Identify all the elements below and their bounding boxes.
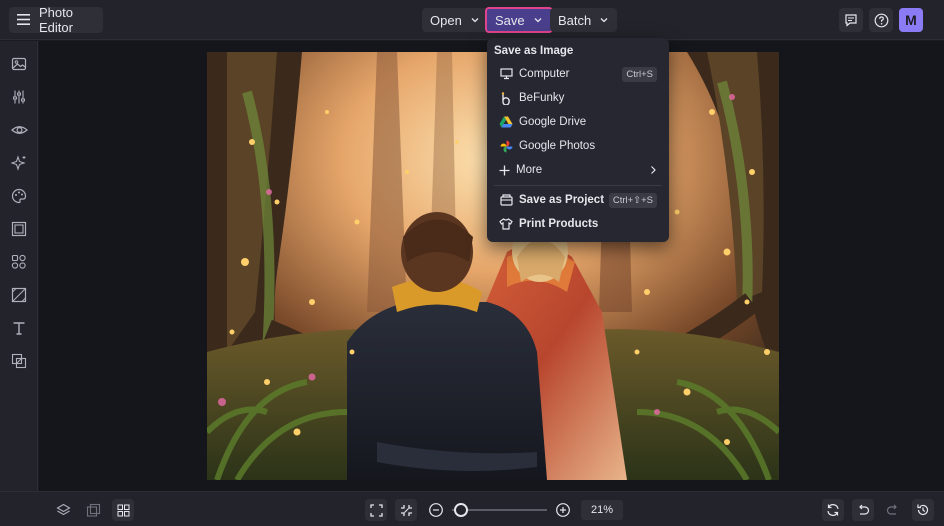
frame-icon[interactable] (10, 220, 28, 238)
save-menu-button[interactable]: Save (485, 7, 553, 33)
eye-icon[interactable] (10, 121, 28, 139)
save-as-image-heading: Save as Image (494, 45, 574, 57)
app-title: Photo Editor (39, 5, 73, 35)
computer-label: Computer (519, 68, 570, 80)
google-drive-icon (499, 115, 513, 129)
fit-screen-button[interactable] (365, 499, 387, 521)
batch-menu-button[interactable]: Batch (550, 8, 618, 32)
save-befunky-item[interactable]: BeFunky (487, 87, 669, 109)
save-as-project-label: Save as Project (519, 194, 605, 206)
print-products-item[interactable]: Print Products (487, 213, 669, 235)
text-icon[interactable] (10, 319, 28, 337)
open-menu-button[interactable]: Open (422, 8, 488, 32)
grid-view-button[interactable] (112, 499, 134, 521)
comment-icon (845, 14, 857, 27)
adjust-sliders-icon[interactable] (10, 88, 28, 106)
chevron-right-icon (651, 166, 656, 174)
history-icon (917, 504, 929, 516)
refresh-button[interactable] (822, 499, 844, 521)
shortcut-label: Ctrl+S (622, 66, 657, 82)
zoom-slider[interactable] (452, 503, 547, 517)
actual-size-button[interactable] (395, 499, 417, 521)
compare-icon (86, 503, 100, 517)
print-products-label: Print Products (519, 218, 599, 230)
app-menu-button[interactable]: Photo Editor (9, 5, 103, 35)
help-button[interactable] (869, 8, 893, 32)
tshirt-icon (499, 217, 513, 231)
image-icon[interactable] (10, 55, 28, 73)
zoom-level[interactable]: 21% (581, 500, 623, 520)
effects-sparkle-icon[interactable] (10, 154, 28, 172)
zoom-in-button[interactable] (555, 502, 571, 518)
save-google-drive-item[interactable]: Google Drive (487, 111, 669, 133)
plus-icon (497, 163, 511, 177)
save-label: Save (495, 12, 525, 28)
plus-circle-icon (556, 503, 570, 517)
tool-sidebar (0, 41, 38, 491)
top-bar: Photo Editor Open Save Batch M (0, 0, 944, 40)
project-icon (499, 193, 513, 207)
chevron-down-icon (534, 18, 542, 23)
undo-icon (859, 504, 870, 515)
batch-label: Batch (558, 12, 592, 28)
layers-button[interactable] (52, 499, 74, 521)
grid-icon (117, 504, 129, 516)
palette-icon[interactable] (10, 187, 28, 205)
save-computer-item[interactable]: Computer Ctrl+S (487, 63, 669, 85)
save-as-project-item[interactable]: Save as Project Ctrl+⇧+S (487, 189, 669, 211)
texture-icon[interactable] (10, 286, 28, 304)
befunky-icon (499, 91, 513, 105)
zoom-slider-handle[interactable] (454, 503, 468, 517)
feedback-button[interactable] (839, 8, 863, 32)
shortcut-label: Ctrl+⇧+S (608, 192, 657, 208)
open-label: Open (430, 12, 462, 28)
more-label: More (516, 164, 543, 176)
layers-icon (55, 503, 71, 515)
chevron-down-icon (600, 18, 608, 23)
save-dropdown-menu: Save as Image Computer Ctrl+S BeFunky Go… (487, 38, 669, 242)
google-photos-icon (499, 139, 513, 153)
redo-button[interactable] (882, 499, 904, 521)
history-button[interactable] (912, 499, 934, 521)
user-avatar[interactable]: M (899, 8, 923, 32)
befunky-label: BeFunky (519, 92, 565, 104)
undo-button[interactable] (852, 499, 874, 521)
minus-circle-icon (429, 503, 443, 517)
zoom-out-button[interactable] (428, 502, 444, 518)
graphics-icon[interactable] (10, 253, 28, 271)
monitor-icon (499, 67, 513, 81)
chevron-down-icon (471, 18, 479, 23)
expand-icon (369, 503, 383, 517)
save-google-photos-item[interactable]: Google Photos (487, 135, 669, 157)
help-icon (874, 13, 888, 27)
refresh-icon (827, 504, 839, 516)
collapse-icon (400, 504, 412, 516)
save-more-item[interactable]: More (487, 159, 669, 181)
bottom-bar: 21% (0, 491, 944, 526)
compare-button[interactable] (82, 499, 104, 521)
google-photos-label: Google Photos (519, 140, 596, 152)
overlay-icon[interactable] (10, 352, 28, 370)
google-drive-label: Google Drive (519, 116, 587, 128)
hamburger-icon (17, 13, 30, 28)
menu-divider (494, 185, 662, 186)
redo-icon (886, 504, 897, 515)
